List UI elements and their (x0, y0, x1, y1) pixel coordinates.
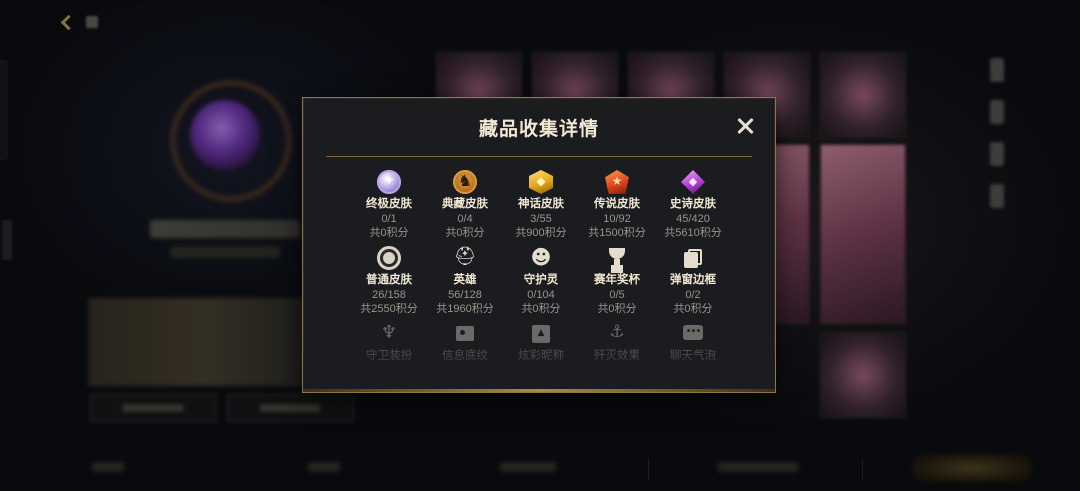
category-points: 共0积分 (597, 303, 637, 315)
category-count: 0/4 (457, 213, 473, 225)
category-points: 共0积分 (369, 227, 409, 239)
category-legend-skin[interactable]: 传说皮肤 10/92 共1500积分 (579, 170, 655, 240)
classic-skin-icon (453, 170, 477, 194)
collection-details-modal: 藏品收集详情 终极皮肤 0/1 共0积分 典藏皮肤 0/4 共0积分 神话皮肤 … (302, 97, 776, 393)
guardian-spirit-icon (529, 245, 553, 270)
category-count: 45/420 (676, 213, 710, 225)
category-kill-effect[interactable]: 歼灭效果 (579, 322, 655, 364)
legend-skin-icon (605, 170, 629, 194)
category-season-trophy[interactable]: 赛年奖杯 0/5 共0积分 (579, 246, 655, 316)
category-count: 0/104 (527, 289, 555, 301)
category-ward-skin[interactable]: 守卫装扮 (351, 322, 427, 364)
category-label: 守卫装扮 (366, 350, 412, 362)
category-label: 终极皮肤 (366, 198, 412, 210)
category-points: 共0积分 (673, 303, 713, 315)
ward-skin-icon (377, 322, 401, 346)
hero-helmet-icon (453, 246, 477, 270)
category-label: 歼灭效果 (594, 350, 640, 362)
category-label: 传说皮肤 (594, 198, 640, 210)
category-ultimate-skin[interactable]: 终极皮肤 0/1 共0积分 (351, 170, 427, 240)
category-label: 普通皮肤 (366, 274, 412, 286)
category-points: 共5610积分 (664, 227, 722, 239)
category-count: 3/55 (530, 213, 552, 225)
category-label: 典藏皮肤 (442, 198, 488, 210)
popup-frame-icon (681, 246, 705, 270)
close-icon[interactable] (735, 116, 755, 136)
category-count: 56/128 (448, 289, 482, 301)
category-classic-skin[interactable]: 典藏皮肤 0/4 共0积分 (427, 170, 503, 240)
category-count: 0/2 (685, 289, 701, 301)
normal-skin-icon (377, 246, 401, 270)
category-count: 26/158 (372, 289, 406, 301)
category-label: 神话皮肤 (518, 198, 564, 210)
category-count: 10/92 (603, 213, 631, 225)
category-chat-bubble[interactable]: 聊天气泡 (655, 322, 731, 364)
category-normal-skin[interactable]: 普通皮肤 26/158 共2550积分 (351, 246, 427, 316)
info-card-icon (453, 322, 477, 346)
category-label: 弹窗边框 (670, 274, 716, 286)
myth-skin-icon (529, 170, 553, 194)
category-label: 聊天气泡 (670, 350, 716, 362)
kill-effect-icon (605, 322, 629, 346)
modal-bottom-border (303, 389, 775, 392)
title-divider (326, 156, 752, 157)
category-info-card[interactable]: 信息底纹 (427, 322, 503, 364)
category-label: 英雄 (453, 274, 477, 286)
category-count: 0/1 (381, 213, 397, 225)
category-label: 守护灵 (523, 274, 559, 286)
modal-title: 藏品收集详情 (478, 119, 599, 140)
category-colorful-name[interactable]: 炫彩昵称 (503, 322, 579, 364)
category-myth-skin[interactable]: 神话皮肤 3/55 共900积分 (503, 170, 579, 240)
category-points: 共1500积分 (588, 227, 646, 239)
epic-skin-icon (681, 170, 705, 194)
chat-bubble-icon (681, 322, 705, 346)
category-guardian-spirit[interactable]: 守护灵 0/104 共0积分 (503, 245, 579, 316)
trophy-icon (605, 246, 629, 270)
category-label: 史诗皮肤 (670, 198, 716, 210)
colorful-name-icon (529, 322, 553, 346)
category-count: 0/5 (609, 289, 625, 301)
category-points: 共0积分 (521, 303, 561, 315)
ultimate-skin-icon (377, 170, 401, 194)
category-epic-skin[interactable]: 史诗皮肤 45/420 共5610积分 (655, 170, 731, 240)
category-label: 炫彩昵称 (518, 350, 564, 362)
category-popup-frame[interactable]: 弹窗边框 0/2 共0积分 (655, 246, 731, 316)
category-points: 共0积分 (445, 227, 485, 239)
category-points: 共1960积分 (436, 303, 494, 315)
category-hero[interactable]: 英雄 56/128 共1960积分 (427, 246, 503, 316)
category-label: 赛年奖杯 (594, 274, 640, 286)
category-points: 共900积分 (515, 227, 567, 239)
category-points: 共2550积分 (360, 303, 418, 315)
category-label: 信息底纹 (442, 350, 488, 362)
